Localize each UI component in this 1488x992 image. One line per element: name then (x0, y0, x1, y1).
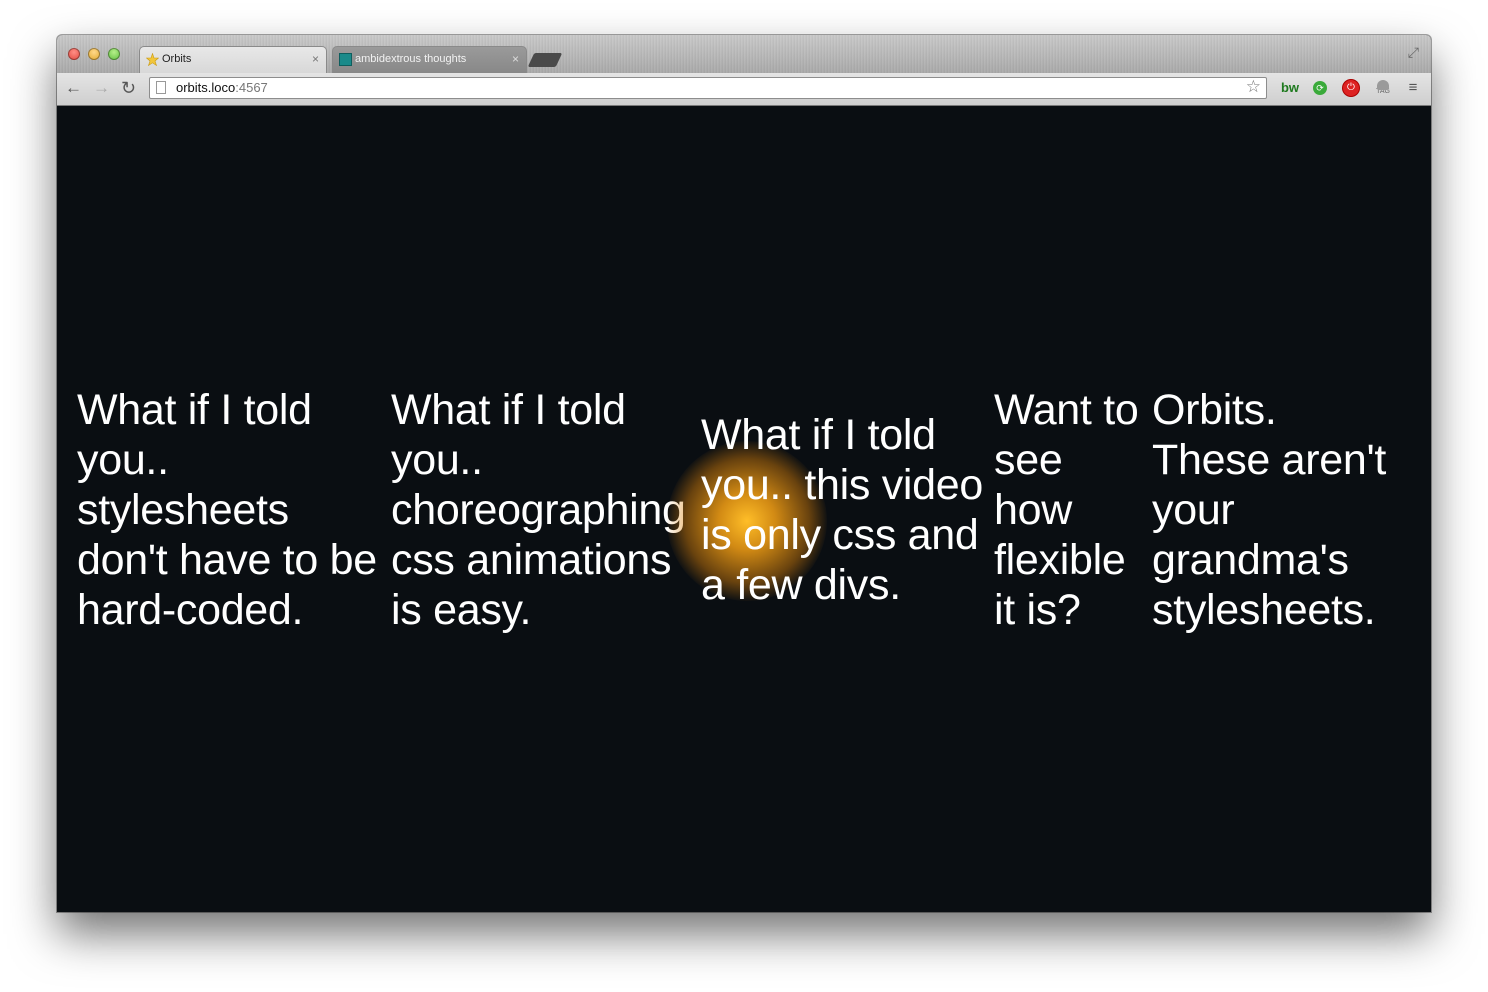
address-bar[interactable]: orbits.loco:4567 ☆ (149, 77, 1267, 99)
url-host: orbits.loco (176, 80, 236, 95)
page-icon (156, 81, 166, 94)
back-arrow-icon[interactable]: ← (65, 78, 82, 98)
slide-text-1: What if I told you.. stylesheets don't h… (77, 386, 377, 634)
address-url: orbits.loco:4567 (176, 78, 268, 98)
tab-orbits[interactable]: Orbits × (139, 46, 327, 73)
browser-window: Orbits × ambidextrous thoughts × ⤢ ← → ↻… (57, 35, 1431, 912)
stop-extension-icon[interactable]: ⏻ (1343, 80, 1359, 96)
window-zoom-button[interactable] (108, 48, 120, 60)
new-tab-button[interactable] (527, 53, 563, 67)
toolbar: ← → ↻ orbits.loco:4567 ☆ bw ⟳ ⏻ TAG ≡ (57, 73, 1431, 106)
teal-square-icon (339, 53, 352, 66)
url-port: :4567 (235, 80, 268, 95)
menu-icon[interactable]: ≡ (1405, 79, 1421, 97)
slide-text-2: What if I told you.. choreographing css … (391, 386, 686, 634)
slide-text-3: What if I told you.. this video is only … (701, 411, 984, 609)
bw-extension-icon[interactable]: bw (1279, 79, 1301, 97)
reload-icon[interactable]: ↻ (121, 78, 136, 98)
fullscreen-icon[interactable]: ⤢ (1408, 44, 1419, 61)
bookmark-star-icon[interactable]: ☆ (1246, 77, 1261, 97)
window-minimize-button[interactable] (88, 48, 100, 60)
tab-ambidextrous-thoughts[interactable]: ambidextrous thoughts × (332, 46, 527, 73)
tab-title: Orbits (162, 53, 192, 65)
orbits-star-icon (146, 53, 159, 66)
window-close-button[interactable] (68, 48, 80, 60)
tab-close-icon[interactable]: × (512, 47, 519, 72)
tab-strip: Orbits × ambidextrous thoughts × ⤢ (57, 35, 1431, 74)
tab-title: ambidextrous thoughts (355, 53, 467, 65)
green-extension-icon[interactable]: ⟳ (1313, 81, 1327, 95)
tab-close-icon[interactable]: × (312, 47, 319, 72)
slide-text-4: Want to see how flexible it is? (994, 386, 1139, 634)
tag-extension-icon[interactable]: TAG (1374, 78, 1392, 98)
slide-text-5: Orbits. These aren't your grandma's styl… (1152, 386, 1387, 634)
forward-arrow-icon[interactable]: → (93, 78, 110, 98)
page-content: What if I told you.. stylesheets don't h… (57, 106, 1431, 912)
